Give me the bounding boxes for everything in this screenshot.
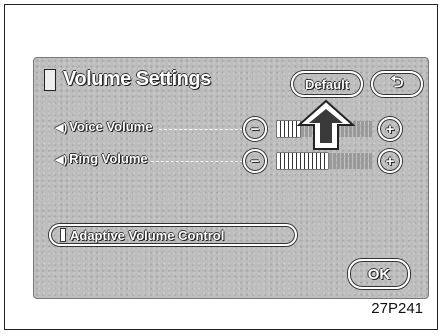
display-screen: Volume Settings Default ⮌ ◀) Voice Volume… xyxy=(33,57,429,299)
back-button[interactable]: ⮌ xyxy=(371,71,423,97)
volume-segment xyxy=(365,121,368,137)
volume-segment xyxy=(329,153,332,169)
adaptive-volume-control-button[interactable]: Adaptive Volume Control xyxy=(49,224,297,246)
avc-label: Adaptive Volume Control xyxy=(70,227,225,243)
volume-segment xyxy=(317,153,320,169)
ring-volume-plus-button[interactable]: + xyxy=(378,149,402,173)
speaker-icon: ◀) xyxy=(55,154,68,166)
figure-frame: Volume Settings Default ⮌ ◀) Voice Volume… xyxy=(4,4,438,330)
volume-segment xyxy=(365,153,368,169)
volume-segment xyxy=(357,153,360,169)
volume-segment xyxy=(325,153,328,169)
volume-segment xyxy=(277,153,280,169)
back-arrow-icon: ⮌ xyxy=(390,73,404,91)
ring-volume-label: ◀) Ring Volume xyxy=(55,151,148,166)
default-button[interactable]: Default xyxy=(291,71,363,97)
volume-segment xyxy=(285,121,288,137)
ok-button[interactable]: OK xyxy=(348,259,410,289)
volume-segment xyxy=(305,153,308,169)
voice-volume-label: ◀) Voice Volume xyxy=(55,119,152,134)
pointer-arrow-icon xyxy=(297,99,355,150)
voice-volume-text: Voice Volume xyxy=(69,119,153,134)
volume-segment xyxy=(345,153,348,169)
volume-segment xyxy=(285,153,288,169)
figure-caption: 27P241 xyxy=(371,300,423,317)
volume-segment xyxy=(333,153,336,169)
ring-volume-level-bar xyxy=(277,153,373,169)
avc-indicator xyxy=(61,229,65,241)
ring-volume-minus-button[interactable]: − xyxy=(243,149,267,173)
volume-segment xyxy=(349,153,352,169)
volume-segment xyxy=(337,153,340,169)
volume-segment xyxy=(289,153,292,169)
volume-segment xyxy=(297,153,300,169)
voice-volume-minus-button[interactable]: − xyxy=(243,117,267,141)
volume-segment xyxy=(361,121,364,137)
volume-segment xyxy=(293,121,296,137)
ring-volume-dotted-line xyxy=(151,161,243,163)
speaker-icon: ◀) xyxy=(55,122,68,134)
voice-volume-dotted-line xyxy=(159,129,243,131)
volume-segment xyxy=(281,121,284,137)
volume-segment xyxy=(277,121,280,137)
volume-segment xyxy=(353,153,356,169)
voice-volume-plus-button[interactable]: + xyxy=(378,117,402,141)
volume-segment xyxy=(369,153,372,169)
title-page-icon xyxy=(44,69,56,91)
volume-segment xyxy=(321,153,324,169)
volume-segment xyxy=(301,153,304,169)
volume-segment xyxy=(369,121,372,137)
volume-segment xyxy=(357,121,360,137)
page-title: Volume Settings xyxy=(63,68,211,90)
volume-segment xyxy=(361,153,364,169)
volume-segment xyxy=(309,153,312,169)
ring-volume-text: Ring Volume xyxy=(69,151,148,166)
volume-segment xyxy=(293,153,296,169)
volume-segment xyxy=(313,153,316,169)
volume-segment xyxy=(289,121,292,137)
volume-segment xyxy=(281,153,284,169)
volume-segment xyxy=(341,153,344,169)
